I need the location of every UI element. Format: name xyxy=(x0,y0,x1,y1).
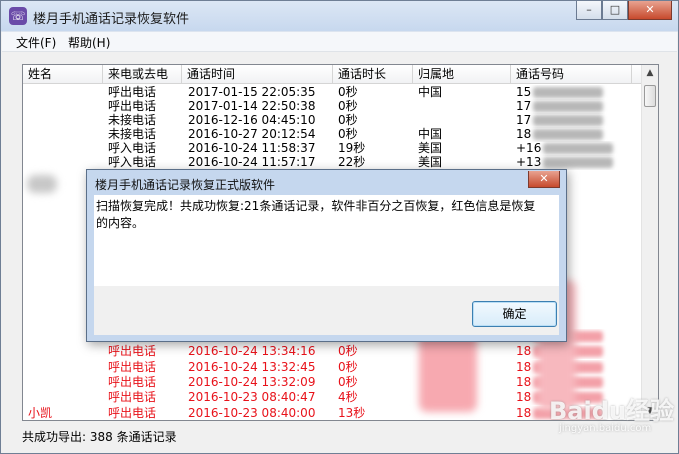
cell-type: 呼出电话 xyxy=(108,359,157,374)
cell-number: +16 xyxy=(516,141,632,156)
cell-duration: 22秒 xyxy=(338,155,366,169)
cell-duration: 0秒 xyxy=(338,99,358,113)
cell-type: 呼出电话 xyxy=(108,374,157,389)
column-header-number[interactable]: 通话号码 xyxy=(511,65,632,84)
baidu-watermark-url: jingyan.baidu.com xyxy=(559,423,652,434)
cell-time: 2016-10-24 13:34:16 xyxy=(188,344,316,359)
cell-name: 小凯 xyxy=(28,405,53,420)
table-row[interactable]: 呼出电话 2017-01-14 22:50:38 0秒 17 xyxy=(23,99,642,114)
cell-number: 18 xyxy=(516,127,632,142)
column-header-direction[interactable]: 来电或去电 xyxy=(103,65,182,84)
cell-location: 美国 xyxy=(418,141,443,155)
phone-app-icon: ☏ xyxy=(9,7,27,25)
cell-type: 未接电话 xyxy=(108,127,157,141)
redacted-blur xyxy=(27,175,57,193)
redacted-number-blur xyxy=(533,115,604,126)
redacted-number-blur xyxy=(533,101,604,112)
scroll-thumb[interactable] xyxy=(644,85,656,107)
maximize-button[interactable]: □ xyxy=(602,1,628,20)
cell-number: +13 xyxy=(516,155,632,170)
cell-duration: 19秒 xyxy=(338,141,366,155)
cell-location xyxy=(418,113,511,128)
cell-name xyxy=(28,360,103,375)
cell-name xyxy=(28,141,103,156)
cell-name xyxy=(28,390,103,405)
cell-time: 2016-10-24 11:58:37 xyxy=(188,141,316,155)
cell-duration: 0秒 xyxy=(338,113,358,127)
cell-name xyxy=(28,85,103,100)
recovery-complete-dialog: 楼月手机通话记录恢复正式版软件 ✕ 扫描恢复完成！共成功恢复:21条通话记录，软… xyxy=(86,169,567,342)
ok-button[interactable]: 确定 xyxy=(472,301,557,327)
dialog-close-button[interactable]: ✕ xyxy=(528,171,560,188)
status-bar-text: 共成功导出: 388 条通话记录 xyxy=(22,430,177,444)
cell-type: 未接电话 xyxy=(108,113,157,127)
dialog-message: 扫描恢复完成！共成功恢复:21条通话记录，软件非百分之百恢复，红色信息是恢复的内… xyxy=(96,199,536,230)
cell-number: 17 xyxy=(516,99,632,114)
table-row[interactable]: 呼出电话 2017-01-15 22:05:35 0秒 中国 15 xyxy=(23,85,642,100)
menu-file[interactable]: 文件(F) xyxy=(16,34,56,51)
cell-number: 15 xyxy=(516,85,632,100)
cell-duration: 0秒 xyxy=(338,374,358,389)
minimize-button[interactable]: – xyxy=(576,1,602,20)
cell-type: 呼出电话 xyxy=(108,99,157,113)
cell-name xyxy=(28,155,103,170)
menu-bar: 文件(F) 帮助(H) xyxy=(2,32,677,52)
cell-duration: 0秒 xyxy=(338,127,358,141)
cell-name xyxy=(28,344,103,359)
redacted-number-blur xyxy=(533,129,604,140)
cell-time: 2016-12-16 04:45:10 xyxy=(188,113,316,127)
cell-location xyxy=(418,99,511,114)
window-title: 楼月手机通话记录恢复软件 xyxy=(33,12,190,27)
cell-time: 2016-10-27 20:12:54 xyxy=(188,127,316,141)
cell-type: 呼出电话 xyxy=(108,344,157,359)
column-header-name[interactable]: 姓名 xyxy=(23,65,103,84)
cell-location: 中国 xyxy=(418,85,443,99)
cell-duration: 13秒 xyxy=(338,405,366,420)
column-header-duration[interactable]: 通话时长 xyxy=(333,65,413,84)
column-header-time[interactable]: 通话时间 xyxy=(182,65,333,84)
cell-time: 2016-10-23 08:40:47 xyxy=(188,390,316,405)
table-row[interactable]: 未接电话 2016-10-27 20:12:54 0秒 中国 18 xyxy=(23,127,642,142)
cell-time: 2016-10-23 08:40:00 xyxy=(188,405,316,420)
menu-help[interactable]: 帮助(H) xyxy=(68,34,110,51)
cell-type: 呼出电话 xyxy=(108,390,157,405)
cell-type: 呼出电话 xyxy=(108,85,157,99)
cell-number: 17 xyxy=(516,113,632,128)
cell-time: 2016-10-24 13:32:09 xyxy=(188,374,316,389)
table-row[interactable]: 呼入电话 2016-10-24 11:57:17 22秒 美国 +13 xyxy=(23,155,642,170)
redacted-number-blur xyxy=(533,87,604,98)
list-header: 姓名 来电或去电 通话时间 通话时长 归属地 通话号码 xyxy=(23,65,642,84)
redacted-number-blur xyxy=(543,143,614,154)
cell-duration: 0秒 xyxy=(338,359,358,374)
cell-type: 呼出电话 xyxy=(108,405,157,420)
cell-name xyxy=(28,375,103,390)
cell-time: 2017-01-15 22:05:35 xyxy=(188,85,316,99)
cell-location: 中国 xyxy=(418,127,443,141)
table-row[interactable]: 呼入电话 2016-10-24 11:58:37 19秒 美国 +16 xyxy=(23,141,642,156)
close-button[interactable]: ✕ xyxy=(628,1,672,20)
window-controls: – □ ✕ xyxy=(576,1,672,21)
dialog-title: 楼月手机通话记录恢复正式版软件 xyxy=(95,178,276,192)
cell-time: 2016-10-24 13:32:45 xyxy=(188,359,316,374)
cell-duration: 4秒 xyxy=(338,390,358,405)
cell-type: 呼入电话 xyxy=(108,155,157,169)
redacted-number-blur xyxy=(543,157,614,168)
cell-duration: 0秒 xyxy=(338,85,358,99)
scroll-up-arrow-icon[interactable]: ▲ xyxy=(642,65,658,82)
cell-duration: 0秒 xyxy=(338,344,358,359)
column-header-location[interactable]: 归属地 xyxy=(413,65,511,84)
title-bar[interactable]: ☏ 楼月手机通话记录恢复软件 – □ ✕ xyxy=(1,1,678,31)
vertical-scrollbar[interactable]: ▲ ▼ xyxy=(641,65,658,420)
cell-type: 呼入电话 xyxy=(108,141,157,155)
cell-name xyxy=(28,113,103,128)
cell-time: 2017-01-14 22:50:38 xyxy=(188,99,316,113)
cell-name xyxy=(28,127,103,142)
table-row[interactable]: 未接电话 2016-12-16 04:45:10 0秒 17 xyxy=(23,113,642,128)
cell-time: 2016-10-24 11:57:17 xyxy=(188,155,316,169)
cell-location: 美国 xyxy=(418,155,443,169)
baidu-watermark: Baidu经验 xyxy=(549,397,674,425)
cell-name xyxy=(28,99,103,114)
redacted-blur xyxy=(419,332,477,412)
